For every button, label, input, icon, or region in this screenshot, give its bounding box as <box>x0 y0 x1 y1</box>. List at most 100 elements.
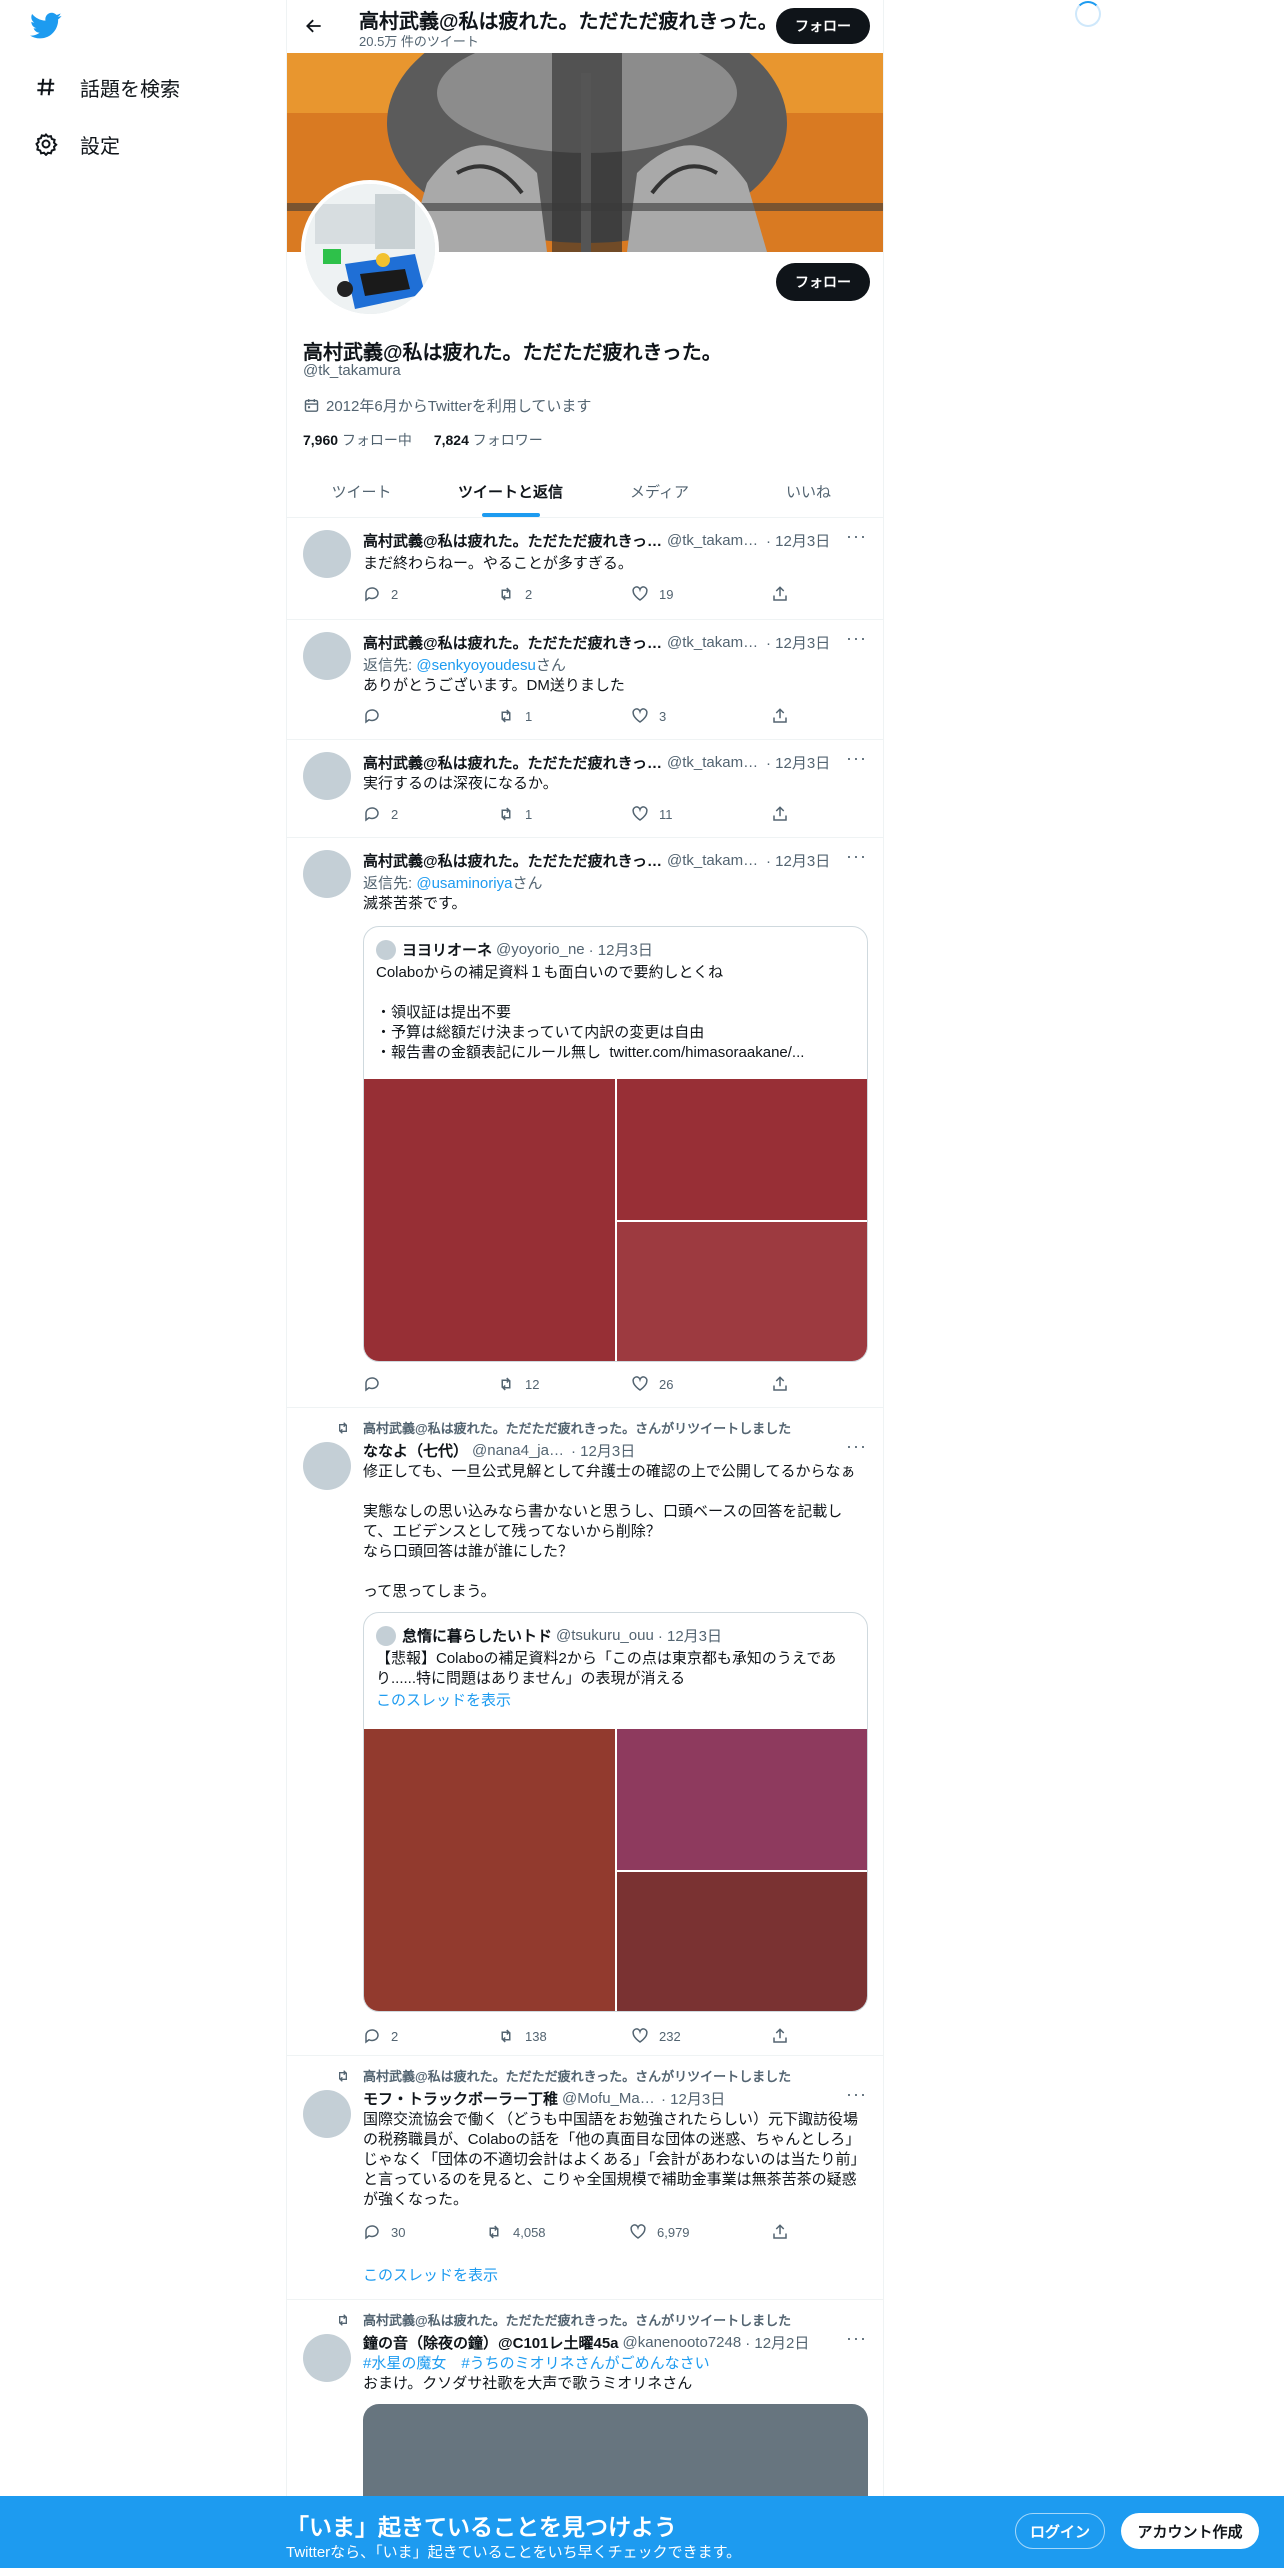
retweet-button[interactable]: 138 <box>497 2026 631 2046</box>
share-button[interactable] <box>771 1374 799 1394</box>
more-options-icon[interactable]: ··· <box>846 1436 867 1457</box>
tweet-avatar[interactable] <box>303 530 351 578</box>
reply-button[interactable] <box>363 1374 497 1394</box>
reply-button[interactable]: 2 <box>363 584 497 604</box>
tweet-date[interactable]: · 12月3日 <box>766 632 830 653</box>
tab-media[interactable]: メディア <box>585 466 734 517</box>
media-image[interactable] <box>364 1729 615 2011</box>
tweet-author-handle[interactable]: @kanenooto7248 <box>623 2334 742 2351</box>
tweet[interactable]: 高村武義@私は疲れた。ただただ疲れきった。 @tk_takamura · 12月… <box>287 620 883 740</box>
tweet-author-handle[interactable]: @tk_takamura <box>667 754 762 771</box>
share-button[interactable] <box>771 804 799 824</box>
tweet-avatar[interactable] <box>303 2090 351 2138</box>
followers-link[interactable]: 7,824 フォロワー <box>434 432 543 448</box>
profile-avatar[interactable] <box>301 180 439 318</box>
tab-likes[interactable]: いいね <box>734 466 883 517</box>
reply-button[interactable]: 2 <box>363 804 497 824</box>
tweet-date[interactable]: · 12月3日 <box>766 752 830 773</box>
retweet-button[interactable]: 12 <box>497 1374 631 1394</box>
tweet-author-name[interactable]: 鐘の音（除夜の鐘）@C101レ土曜45a <box>363 2332 619 2353</box>
tweet-date[interactable]: · 12月3日 <box>766 850 830 871</box>
reply-button[interactable] <box>363 706 497 726</box>
show-thread-link[interactable]: このスレッドを表示 <box>363 2266 863 2286</box>
reply-to-link[interactable]: @usaminoriya <box>416 875 512 892</box>
tweet-avatar[interactable] <box>303 2334 351 2382</box>
like-button[interactable]: 26 <box>631 1374 771 1394</box>
nav-settings[interactable]: 設定 <box>34 124 120 164</box>
like-button[interactable]: 6,979 <box>629 2222 771 2242</box>
tweet-author-name[interactable]: 高村武義@私は疲れた。ただただ疲れきった。 <box>363 752 663 773</box>
tweet[interactable]: 高村武義@私は疲れた。ただただ疲れきった。 @tk_takamura · 12月… <box>287 740 883 838</box>
back-arrow-icon[interactable] <box>297 9 331 43</box>
retweet-button[interactable]: 1 <box>497 804 631 824</box>
share-button[interactable] <box>771 2222 799 2242</box>
media-image[interactable] <box>616 1079 867 1220</box>
following-link[interactable]: 7,960 フォロー中 <box>303 432 412 448</box>
reply-to-link[interactable]: @senkyoyoudesu <box>416 657 535 674</box>
more-options-icon[interactable]: ··· <box>846 2328 867 2349</box>
tweet-avatar[interactable] <box>303 752 351 800</box>
retweeted-by-label[interactable]: 高村武義@私は疲れた。ただただ疲れきった。さんがリツイートしました <box>363 1418 791 1437</box>
tweet-date[interactable]: · 12月2日 <box>745 2332 809 2353</box>
share-button[interactable] <box>771 706 799 726</box>
tab-tweets-and-replies[interactable]: ツイートと返信 <box>436 466 585 517</box>
tweet-date[interactable]: · 12月3日 <box>661 2088 725 2109</box>
tweet-avatar[interactable] <box>303 850 351 898</box>
retweeted-by-label[interactable]: 高村武義@私は疲れた。ただただ疲れきった。さんがリツイートしました <box>363 2066 791 2085</box>
like-button[interactable]: 3 <box>631 706 771 726</box>
tweet-avatar[interactable] <box>303 632 351 680</box>
twitter-bird-icon[interactable] <box>30 12 66 44</box>
tweet-date[interactable]: · 12月3日 <box>571 1440 635 1461</box>
retweet-button[interactable]: 2 <box>497 584 631 604</box>
reply-button[interactable]: 2 <box>363 2026 497 2046</box>
like-button[interactable]: 19 <box>631 584 771 604</box>
tweet-hashtags[interactable]: #水星の魔女 #うちのミオリネさんがごめんなさい <box>363 2354 863 2374</box>
tweet-author-handle[interactable]: @tk_takamura <box>667 532 762 549</box>
quoted-tweet[interactable]: ヨヨリオーネ @yoyorio_ne · 12月3日 Colaboからの補足資料… <box>363 926 868 1362</box>
media-image[interactable] <box>616 1729 867 1870</box>
tweet-author-handle[interactable]: @tk_takamura <box>667 634 762 651</box>
header-follow-button[interactable]: フォロー <box>776 8 870 44</box>
nav-explore[interactable]: 話題を検索 <box>34 67 180 107</box>
share-icon <box>773 806 787 821</box>
signup-button[interactable]: アカウント作成 <box>1121 2513 1259 2549</box>
reply-button[interactable]: 30 <box>363 2222 485 2242</box>
tweet-author-handle[interactable]: @nana4_japan <box>472 1442 567 1459</box>
media-image[interactable] <box>616 1872 867 2011</box>
show-thread-link[interactable]: このスレッドを表示 <box>376 1691 856 1711</box>
quoted-media-grid[interactable] <box>364 1729 867 2011</box>
tab-tweets[interactable]: ツイート <box>287 466 436 517</box>
tweet-date[interactable]: · 12月3日 <box>766 530 830 551</box>
tweet[interactable]: 高村武義@私は疲れた。ただただ疲れきった。さんがリツイートしました モフ・トラッ… <box>287 2056 883 2300</box>
quoted-tweet[interactable]: 怠惰に暮らしたいトド @tsukuru_ouu · 12月3日 【悲報】Cola… <box>363 1612 868 2012</box>
profile-follow-button[interactable]: フォロー <box>776 263 870 301</box>
media-image[interactable] <box>364 1079 615 1361</box>
tweet[interactable]: 高村武義@私は疲れた。ただただ疲れきった。 @tk_takamura · 12月… <box>287 838 883 1408</box>
more-options-icon[interactable]: ··· <box>846 526 867 547</box>
retweet-count: 2 <box>525 586 533 602</box>
tweet-author-name[interactable]: 高村武義@私は疲れた。ただただ疲れきった。 <box>363 632 663 653</box>
retweet-button[interactable]: 4,058 <box>485 2222 629 2242</box>
tweet-author-name[interactable]: 高村武義@私は疲れた。ただただ疲れきった。 <box>363 530 663 551</box>
tweet-author-name[interactable]: モフ・トラックボーラー丁稚 <box>363 2088 558 2109</box>
more-options-icon[interactable]: ··· <box>846 846 867 867</box>
like-button[interactable]: 232 <box>631 2026 771 2046</box>
tweet[interactable]: 高村武義@私は疲れた。ただただ疲れきった。 @tk_takamura · 12月… <box>287 518 883 620</box>
retweet-button[interactable]: 1 <box>497 706 631 726</box>
tweet-author-handle[interactable]: @tk_takamura <box>667 852 762 869</box>
more-options-icon[interactable]: ··· <box>846 628 867 649</box>
tweet-author-name[interactable]: ななよ（七代） <box>363 1440 468 1461</box>
tweet-author-handle[interactable]: @Mofu_Master <box>562 2090 657 2107</box>
tweet-author-name[interactable]: 高村武義@私は疲れた。ただただ疲れきった。 <box>363 850 663 871</box>
media-image[interactable] <box>616 1222 867 1361</box>
more-options-icon[interactable]: ··· <box>846 2084 867 2105</box>
quoted-media-grid[interactable] <box>364 1079 867 1361</box>
like-button[interactable]: 11 <box>631 804 771 824</box>
tweet[interactable]: 高村武義@私は疲れた。ただただ疲れきった。さんがリツイートしました ななよ（七代… <box>287 1408 883 2056</box>
share-button[interactable] <box>771 584 799 604</box>
retweeted-by-label[interactable]: 高村武義@私は疲れた。ただただ疲れきった。さんがリツイートしました <box>363 2310 791 2329</box>
login-button[interactable]: ログイン <box>1015 2513 1105 2549</box>
share-button[interactable] <box>771 2026 799 2046</box>
tweet-avatar[interactable] <box>303 1442 351 1490</box>
more-options-icon[interactable]: ··· <box>846 748 867 769</box>
